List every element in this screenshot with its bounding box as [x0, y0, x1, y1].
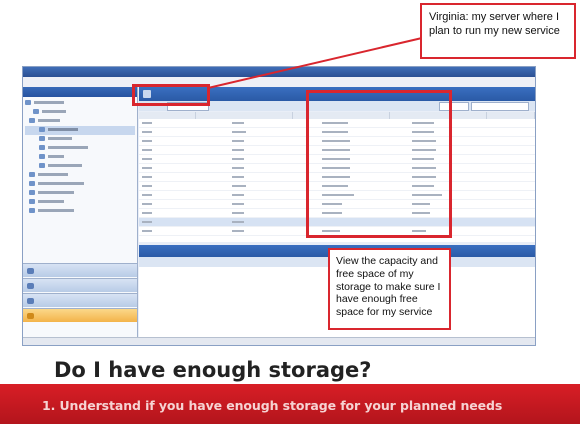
callout-virginia: Virginia: my server where I plan to run … — [420, 3, 576, 59]
banner-text: 1. Understand if you have enough storage… — [42, 398, 503, 413]
page-title: Do I have enough storage? — [54, 358, 372, 382]
callout-capacity: View the capacity and free space of my s… — [328, 248, 451, 330]
